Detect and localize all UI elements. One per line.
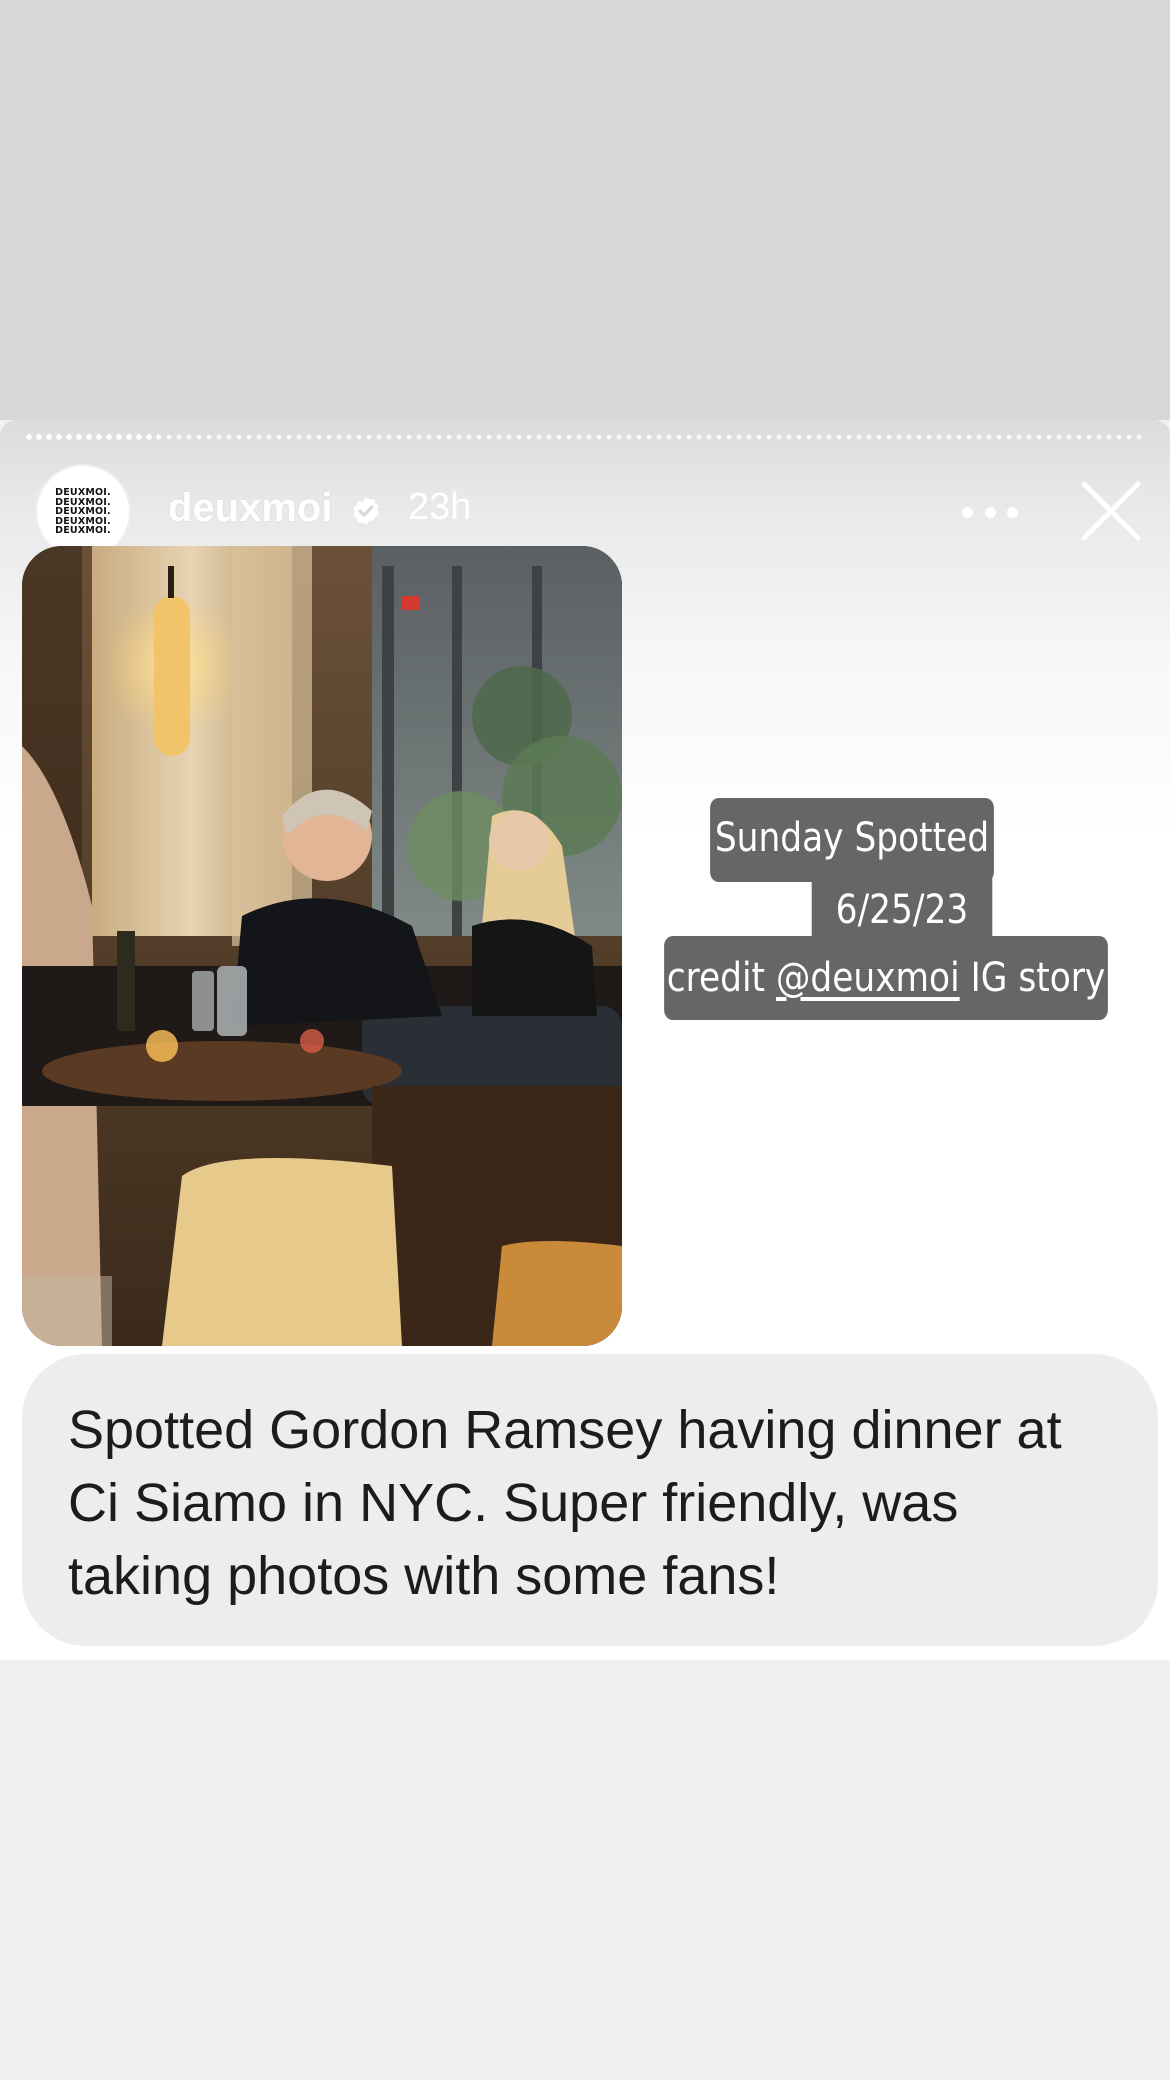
story-progress-fill bbox=[24, 434, 159, 440]
credit-suffix: IG story bbox=[959, 955, 1106, 1001]
mention-link[interactable]: @deuxmoi bbox=[776, 955, 960, 1001]
background-top bbox=[0, 0, 1170, 420]
story-caption: Sunday Spotted 6/25/23 credit @deuxmoi I… bbox=[650, 798, 1130, 1028]
close-icon[interactable] bbox=[1080, 480, 1142, 542]
verified-badge-icon bbox=[353, 497, 379, 525]
story-timestamp: 23h bbox=[408, 486, 472, 528]
more-options-icon[interactable] bbox=[962, 498, 1018, 526]
credit-prefix: credit bbox=[666, 955, 776, 1001]
story-photo bbox=[22, 546, 622, 1346]
story-card[interactable]: DEUXMOI. DEUXMOI. DEUXMOI. DEUXMOI. DEUX… bbox=[0, 420, 1170, 1660]
background-bottom bbox=[0, 1660, 1170, 2080]
avatar-text: DEUXMOI. bbox=[55, 525, 111, 537]
message-text: Spotted Gordon Ramsey having dinner at C… bbox=[68, 1400, 1062, 1606]
message-bubble: Spotted Gordon Ramsey having dinner at C… bbox=[22, 1354, 1158, 1646]
story-progress-bar bbox=[24, 434, 1146, 440]
username[interactable]: deuxmoi bbox=[168, 486, 332, 531]
restaurant-photo bbox=[22, 546, 622, 1346]
caption-line-credit: credit @deuxmoi IG story bbox=[664, 936, 1108, 1020]
